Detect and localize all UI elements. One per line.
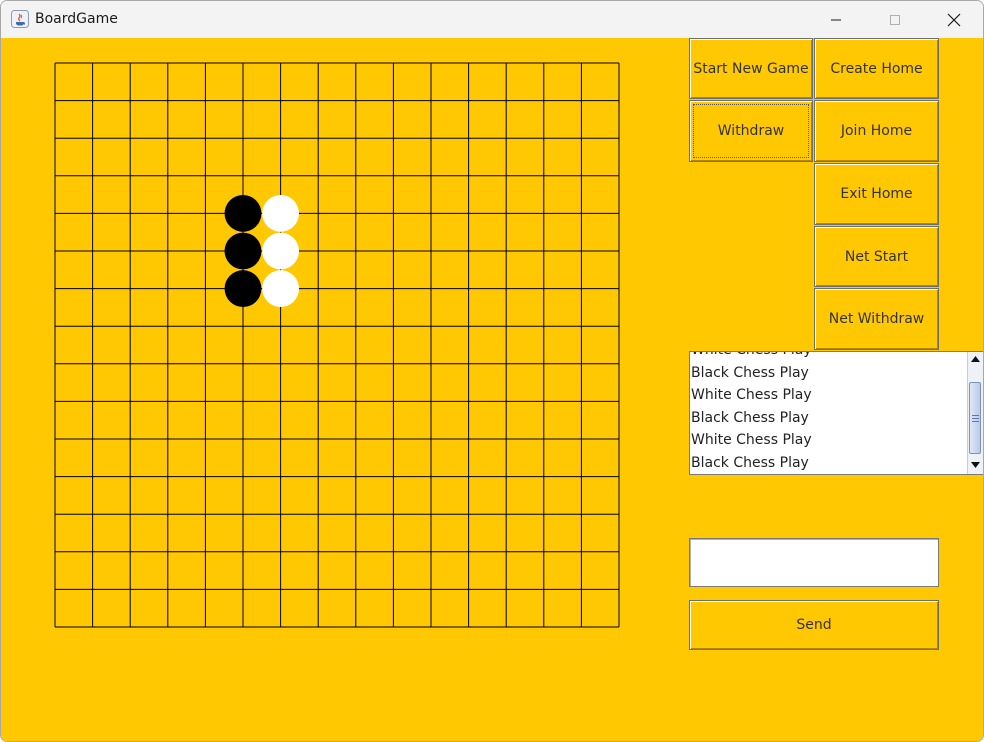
close-icon — [947, 13, 961, 26]
grip-line — [972, 415, 979, 416]
minimize-icon — [831, 19, 841, 20]
white-stone — [262, 270, 300, 308]
log-line: Black Chess Play — [691, 364, 809, 381]
log-line: Black Chess Play — [691, 454, 809, 471]
send-button[interactable]: Send — [689, 600, 939, 650]
game-log-list[interactable]: White Chess Play Black Chess Play White … — [689, 351, 983, 475]
send-label: Send — [796, 617, 832, 633]
title-bar[interactable]: BoardGame — [1, 1, 983, 38]
chat-message-input[interactable] — [689, 538, 939, 587]
log-lines: White Chess Play Black Chess Play White … — [691, 352, 812, 474]
grip-line — [972, 418, 979, 419]
black-stone — [224, 270, 262, 308]
withdraw-button[interactable]: Withdraw — [689, 100, 813, 162]
focus-ring — [693, 104, 809, 158]
white-stone — [262, 194, 300, 232]
start-new-game-label: Start New Game — [693, 60, 809, 77]
net-start-button[interactable]: Net Start — [814, 226, 939, 287]
join-home-button[interactable]: Join Home — [814, 100, 939, 162]
exit-home-button[interactable]: Exit Home — [814, 163, 939, 225]
log-line: White Chess Play — [691, 432, 812, 448]
close-button[interactable] — [925, 1, 983, 38]
java-app-icon — [11, 10, 29, 28]
net-start-label: Net Start — [844, 248, 909, 265]
log-scrollbar[interactable] — [967, 352, 983, 474]
create-home-button[interactable]: Create Home — [814, 38, 939, 99]
net-withdraw-button[interactable]: Net Withdraw — [814, 288, 939, 350]
white-stone — [262, 232, 300, 270]
grip-line — [972, 421, 979, 422]
black-stone — [224, 232, 262, 270]
start-new-game-button[interactable]: Start New Game — [689, 38, 813, 99]
log-line: Black Chess Play — [691, 409, 809, 426]
log-line: White Chess Play — [691, 352, 812, 362]
scroll-down-icon[interactable] — [968, 458, 983, 472]
window-title: BoardGame — [35, 11, 118, 27]
black-stone — [224, 194, 262, 232]
scroll-up-icon[interactable] — [968, 352, 983, 366]
maximize-button[interactable] — [866, 1, 924, 38]
scroll-thumb[interactable] — [969, 382, 981, 454]
game-panel: Start New Game Create Home Withdraw Join… — [1, 38, 983, 741]
net-withdraw-label: Net Withdraw — [828, 311, 925, 327]
join-home-label: Join Home — [840, 123, 913, 139]
create-home-label: Create Home — [830, 60, 923, 77]
exit-home-label: Exit Home — [840, 186, 913, 202]
app-window: BoardGame Start New Game Create Home Wit… — [0, 0, 984, 742]
log-line: White Chess Play — [691, 387, 812, 403]
maximize-icon — [890, 14, 900, 25]
game-board[interactable] — [54, 62, 620, 628]
minimize-button[interactable] — [807, 1, 865, 38]
